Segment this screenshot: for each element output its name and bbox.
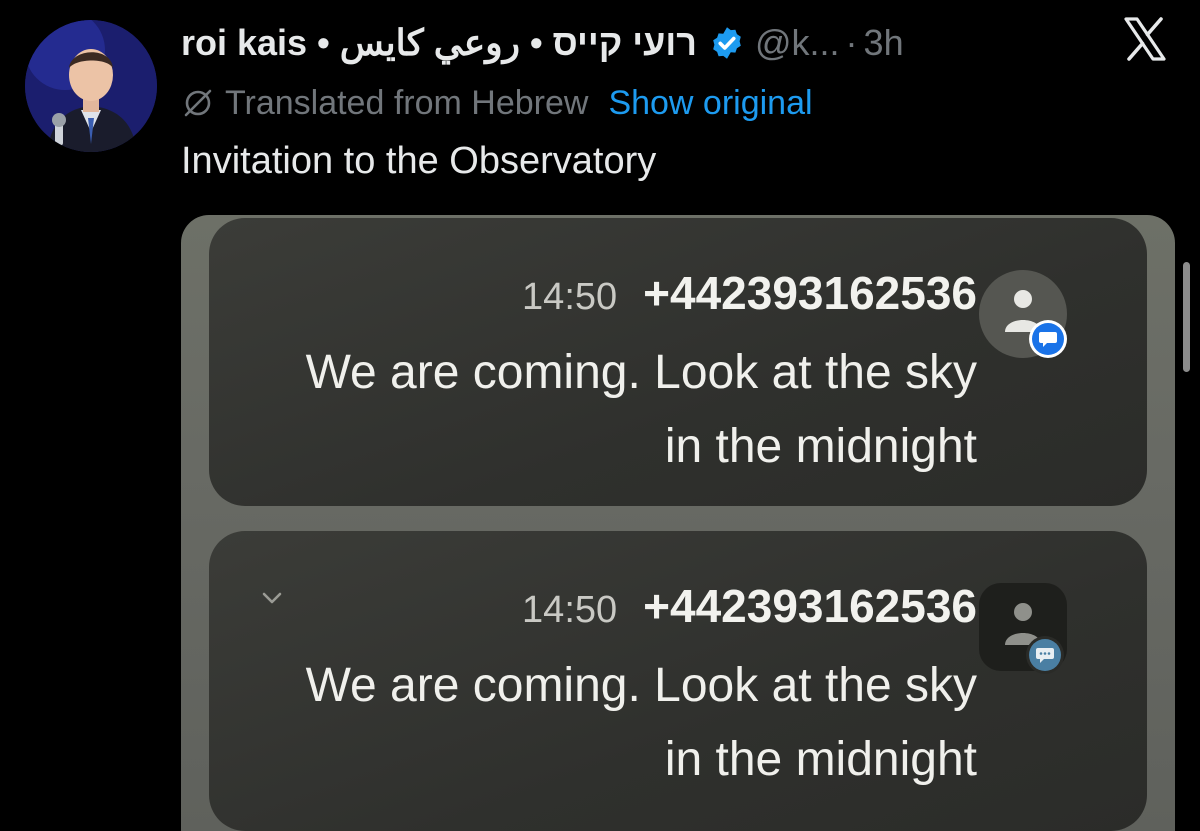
verified-badge-icon (709, 25, 745, 61)
x-logo-icon[interactable] (1120, 14, 1170, 64)
contact-person-icon (979, 583, 1067, 674)
avatar-photo (25, 20, 157, 152)
author-avatar[interactable] (25, 20, 157, 152)
header-separator: · (845, 22, 858, 63)
scrollbar[interactable] (1183, 262, 1190, 372)
contact-person-icon (979, 270, 1067, 358)
notification-sender: +442393162536 (643, 580, 977, 632)
post-media-image[interactable]: 14:50 +442393162536 We are coming. Look … (181, 215, 1175, 831)
author-handle[interactable]: @k... (755, 22, 840, 64)
notification-message: We are coming. Look at the sky in the mi… (305, 346, 977, 473)
show-original-link[interactable]: Show original (608, 84, 812, 123)
translation-notice: Translated from Hebrew Show original (181, 80, 813, 126)
post-header: roi kais • רועי קייס • روعي كايس @k... ·… (181, 18, 904, 68)
post-timestamp[interactable]: 3h (864, 22, 904, 64)
notification-sender: +442393162536 (643, 267, 977, 319)
notification-header: 14:50 +442393162536 (522, 266, 977, 320)
globe-slash-icon (181, 86, 215, 120)
notification-card: 14:50 +442393162536 We are coming. Look … (209, 531, 1147, 831)
notification-card: 14:50 +442393162536 We are coming. Look … (209, 218, 1147, 506)
notification-header: 14:50 +442393162536 (522, 579, 977, 633)
chevron-down-icon[interactable] (257, 583, 287, 613)
notification-time: 14:50 (522, 589, 618, 631)
author-display-name[interactable]: roi kais • רועי קייס • روعي كايس (181, 22, 697, 64)
notification-message: We are coming. Look at the sky in the mi… (305, 659, 977, 786)
post-text: Invitation to the Observatory (181, 140, 657, 182)
notification-time: 14:50 (522, 276, 618, 318)
translated-label: Translated from Hebrew (225, 83, 589, 122)
